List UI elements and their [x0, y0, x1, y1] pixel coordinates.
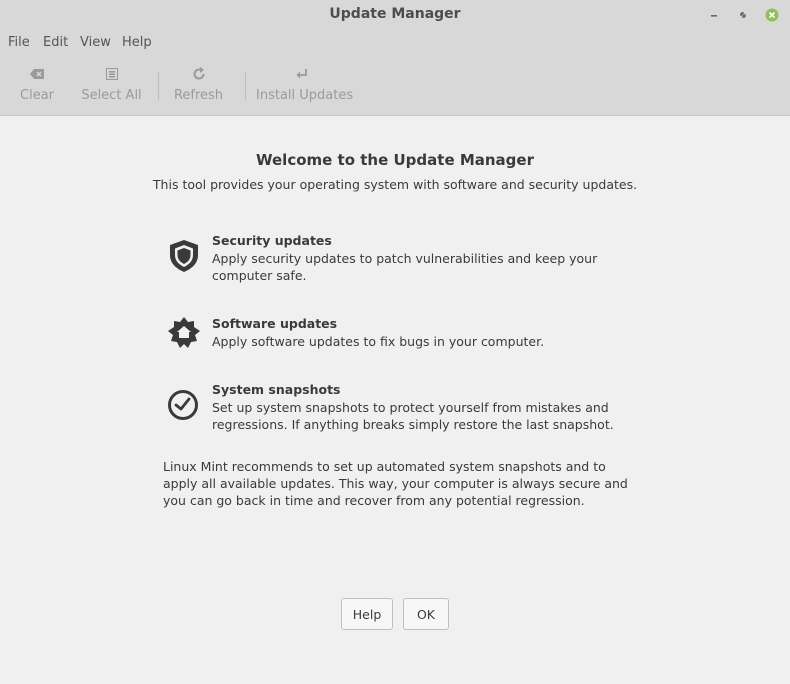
feature-title: Software updates: [212, 316, 338, 331]
refresh-label: Refresh: [173, 88, 224, 103]
feature-title: System snapshots: [212, 382, 341, 397]
menu-view[interactable]: View: [80, 35, 111, 50]
help-button[interactable]: Help: [341, 598, 393, 630]
install-updates-label: Install Updates: [256, 88, 354, 103]
window-title: Update Manager: [329, 6, 461, 22]
maximize-icon[interactable]: [736, 7, 750, 21]
toolbar-separator: [158, 72, 159, 100]
ok-button[interactable]: OK: [403, 598, 449, 630]
welcome-subtitle: This tool provides your operating system…: [152, 177, 638, 192]
clear-label: Clear: [20, 88, 54, 103]
feature-title: Security updates: [212, 233, 332, 248]
title-bar: Update Manager: [0, 0, 790, 30]
feature-security: Security updates Apply security updates …: [163, 233, 633, 283]
select-all-icon: [104, 66, 120, 82]
toolbar: Clear Select All Refresh Install Updates: [0, 56, 790, 116]
menu-bar: File Edit View Help: [0, 30, 790, 56]
menu-file[interactable]: File: [8, 35, 30, 50]
toolbar-separator: [245, 72, 246, 100]
feature-description: Apply software updates to fix bugs in yo…: [212, 334, 545, 349]
menu-help[interactable]: Help: [122, 35, 152, 50]
feature-software: Software updates Apply software updates …: [163, 316, 633, 356]
clock-icon: [167, 388, 207, 428]
welcome-title: Welcome to the Update Manager: [256, 151, 534, 169]
feature-snapshots: System snapshots Set up system snapshots…: [163, 382, 633, 432]
recommendation-text: Linux Mint recommends to set up automate…: [163, 459, 628, 508]
install-icon: [294, 66, 310, 82]
select-all-button[interactable]: Select All: [80, 56, 143, 114]
clear-icon: [29, 66, 45, 82]
refresh-icon: [191, 66, 207, 82]
gear-home-icon: [167, 316, 207, 356]
refresh-button[interactable]: Refresh: [170, 56, 227, 114]
feature-description: Set up system snapshots to protect yours…: [212, 400, 614, 432]
menu-edit[interactable]: Edit: [43, 35, 68, 50]
close-icon[interactable]: [765, 7, 779, 22]
install-updates-button[interactable]: Install Updates: [256, 56, 354, 114]
feature-description: Apply security updates to patch vulnerab…: [212, 251, 598, 283]
minimize-icon[interactable]: [707, 7, 721, 21]
select-all-label: Select All: [81, 88, 142, 103]
shield-icon: [167, 238, 207, 278]
clear-button[interactable]: Clear: [12, 56, 62, 114]
